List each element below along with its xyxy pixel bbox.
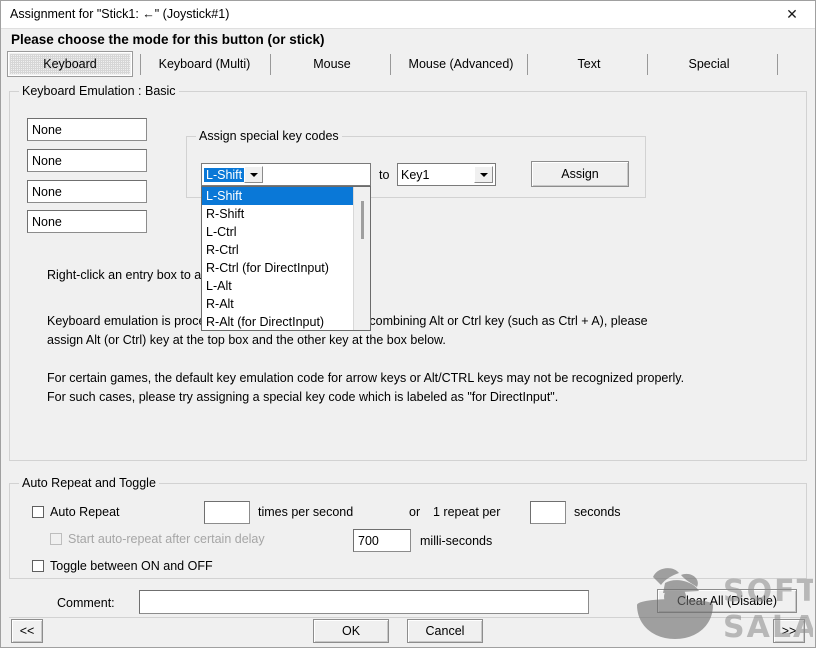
dropdown-option[interactable]: L-Alt [202, 277, 370, 295]
tab-divider-6 [777, 54, 778, 75]
help-text-right-click: Right-click an entry box to assign speci… [47, 268, 306, 282]
comment-input[interactable] [139, 590, 589, 614]
tab-divider-1 [140, 54, 141, 75]
tab-special-label: Special [688, 57, 730, 71]
toggle-checkbox[interactable]: Toggle between ON and OFF [32, 559, 213, 573]
tab-mouse[interactable]: Mouse [277, 51, 387, 77]
auto-repeat-checkbox[interactable]: Auto Repeat [32, 505, 120, 519]
special-key-source-value: L-Shift [204, 167, 245, 182]
chevron-down-icon[interactable] [474, 166, 493, 183]
next-button[interactable]: >> [773, 619, 805, 643]
cancel-button[interactable]: Cancel [407, 619, 483, 643]
repeat-seconds-input[interactable] [530, 501, 566, 524]
dropdown-option[interactable]: L-Shift [202, 187, 370, 205]
tab-text-label: Text [577, 57, 601, 71]
key-entry-4[interactable]: None [27, 210, 147, 233]
one-repeat-per-label: 1 repeat per [433, 505, 501, 519]
special-key-source-combo[interactable]: L-Shift [201, 163, 371, 186]
keyboard-emulation-group-title: Keyboard Emulation : Basic [19, 84, 179, 98]
page-title: Please choose the mode for this button (… [11, 32, 325, 47]
start-delay-checkbox[interactable]: Start auto-repeat after certain delay [50, 532, 265, 546]
repeat-rate-input[interactable] [204, 501, 250, 524]
tab-keyboard[interactable]: Keyboard [7, 51, 133, 77]
tab-divider-4 [527, 54, 528, 75]
tab-divider-2 [270, 54, 271, 75]
dropdown-scrollbar[interactable] [353, 187, 370, 330]
dropdown-option[interactable]: R-Alt (for DirectInput) [202, 313, 370, 330]
tab-keyboard-multi-label: Keyboard (Multi) [158, 57, 251, 71]
dialog-window: Assignment for "Stick1: ←" (Joystick#1) … [0, 0, 816, 648]
tab-text[interactable]: Text [534, 51, 644, 77]
tab-mouse-label: Mouse [313, 57, 351, 71]
chevron-down-icon[interactable] [244, 166, 264, 183]
toggle-checkbox-label: Toggle between ON and OFF [50, 559, 213, 573]
tab-keyboard-label: Keyboard [43, 57, 97, 71]
tab-keyboard-multi[interactable]: Keyboard (Multi) [147, 51, 262, 77]
checkbox-box [50, 533, 62, 545]
title-bar: Assignment for "Stick1: ←" (Joystick#1) … [1, 1, 815, 29]
auto-repeat-checkbox-label: Auto Repeat [50, 505, 120, 519]
checkbox-box [32, 560, 44, 572]
tab-mouse-advanced[interactable]: Mouse (Advanced) [397, 51, 525, 77]
checkbox-box [32, 506, 44, 518]
tab-mouse-advanced-label: Mouse (Advanced) [408, 57, 514, 71]
close-icon[interactable]: ✕ [769, 1, 815, 28]
dropdown-option[interactable]: R-Ctrl (for DirectInput) [202, 259, 370, 277]
tab-divider-5 [647, 54, 648, 75]
milliseconds-label: milli-seconds [420, 534, 493, 548]
or-label: or [409, 505, 421, 519]
help-text-directinput: For certain games, the default key emula… [47, 371, 685, 404]
clear-all-button[interactable]: Clear All (Disable) [657, 589, 797, 613]
times-per-second-label: times per second [258, 505, 354, 519]
special-key-target-value: Key1 [401, 167, 430, 182]
dropdown-option[interactable]: L-Ctrl [202, 223, 370, 241]
assign-button[interactable]: Assign [531, 161, 629, 187]
footer-divider [9, 617, 807, 618]
key-entry-2[interactable]: None [27, 149, 147, 172]
tab-strip: Keyboard Keyboard (Multi) Mouse Mouse (A… [7, 51, 811, 78]
start-delay-input[interactable]: 700 [353, 529, 411, 552]
dropdown-option[interactable]: R-Ctrl [202, 241, 370, 259]
assign-special-key-codes-group-title: Assign special key codes [196, 129, 342, 143]
auto-repeat-group-title: Auto Repeat and Toggle [19, 476, 159, 490]
special-key-target-combo[interactable]: Key1 [397, 163, 496, 186]
comment-label: Comment: [57, 596, 115, 610]
special-key-source-dropdown-list[interactable]: L-Shift R-Shift L-Ctrl R-Ctrl R-Ctrl (fo… [201, 186, 371, 331]
dropdown-scrollbar-thumb[interactable] [361, 201, 364, 239]
window-title: Assignment for "Stick1: ←" (Joystick#1) [10, 7, 230, 21]
to-label: to [379, 168, 390, 182]
key-entry-1[interactable]: None [27, 118, 147, 141]
seconds-label: seconds [574, 505, 621, 519]
ok-button[interactable]: OK [313, 619, 389, 643]
start-delay-checkbox-label: Start auto-repeat after certain delay [68, 532, 265, 546]
dropdown-option[interactable]: R-Shift [202, 205, 370, 223]
tab-special[interactable]: Special [654, 51, 764, 77]
tab-divider-3 [390, 54, 391, 75]
previous-button[interactable]: << [11, 619, 43, 643]
help-text-processing-order: Keyboard emulation is processed from top… [47, 314, 648, 347]
dropdown-option[interactable]: R-Alt [202, 295, 370, 313]
key-entry-3[interactable]: None [27, 180, 147, 203]
titlebar-divider [1, 28, 815, 29]
